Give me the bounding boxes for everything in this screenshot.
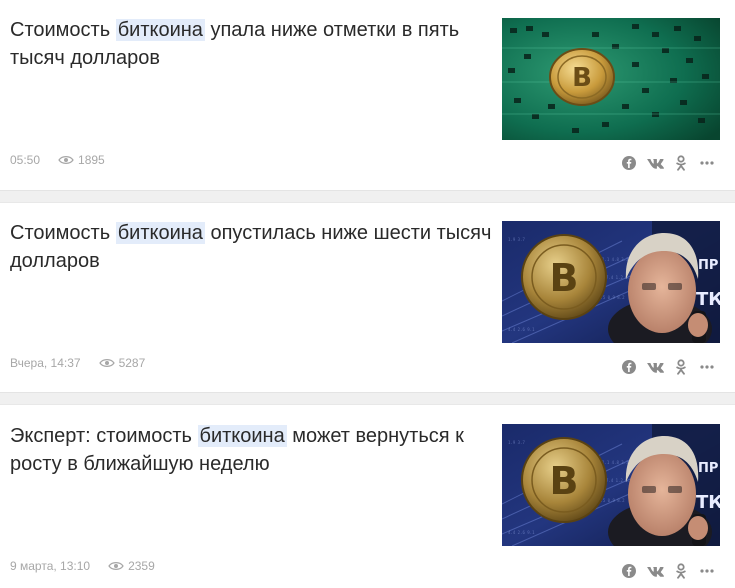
bitcoin-man-phone-image: 2.1 4.8 3.37.4 1.2 6.05.5 0.9 8.2 1.9 3.… — [502, 424, 720, 546]
svg-text:1.9 3.7: 1.9 3.7 — [508, 440, 525, 445]
svg-text:2.1 4.8 3.3: 2.1 4.8 3.3 — [602, 460, 629, 465]
title-highlight: биткоина — [115, 222, 205, 244]
eye-icon — [108, 562, 124, 570]
views-count: 5287 — [118, 356, 146, 370]
odnoklassniki-icon[interactable] — [672, 358, 690, 376]
article-time: Вчера, 14:37 — [10, 356, 81, 370]
svg-text:7.4 1.2 6.0: 7.4 1.2 6.0 — [606, 275, 633, 280]
article-title[interactable]: Стоимость биткоина упала ниже отметки в … — [10, 16, 492, 72]
more-icon[interactable] — [698, 154, 716, 172]
eye-icon — [58, 156, 74, 164]
odnoklassniki-icon[interactable] — [672, 154, 690, 172]
title-text: Эксперт: стоимость — [10, 425, 198, 447]
title-text: Стоимость — [10, 222, 116, 244]
views-counter: 1895 — [58, 153, 105, 167]
title-highlight: биткоина — [115, 19, 205, 41]
article-time: 9 марта, 13:10 — [10, 559, 91, 573]
views-counter: 2359 — [108, 559, 155, 573]
odnoklassniki-icon[interactable] — [672, 562, 690, 580]
article-thumbnail[interactable]: B — [502, 18, 720, 140]
svg-text:B: B — [550, 459, 579, 503]
svg-text:7.4 1.2 6.0: 7.4 1.2 6.0 — [606, 478, 633, 483]
title-text: Стоимость — [10, 19, 116, 41]
article-meta: 05:50 1895 — [10, 153, 105, 167]
facebook-icon[interactable] — [620, 154, 638, 172]
views-count: 1895 — [78, 153, 105, 167]
svg-text:ПР: ПР — [698, 461, 718, 476]
article-card: Стоимость биткоина опустилась ниже шести… — [0, 203, 735, 392]
svg-text:2.1 4.8 3.3: 2.1 4.8 3.3 — [602, 257, 629, 262]
vk-icon[interactable] — [646, 358, 664, 376]
article-title[interactable]: Стоимость биткоина опустилась ниже шести… — [10, 219, 492, 275]
article-card: Эксперт: стоимость биткоина может вернут… — [0, 406, 735, 588]
bitcoin-circuit-image: B — [502, 18, 720, 140]
share-bar — [620, 358, 724, 376]
svg-text:B: B — [572, 63, 592, 93]
svg-text:ТК: ТК — [696, 492, 720, 513]
svg-text:B: B — [550, 256, 579, 300]
article-meta: 9 марта, 13:10 2359 — [10, 559, 155, 573]
article-card: Стоимость биткоина упала ниже отметки в … — [0, 0, 735, 190]
card-separator — [0, 392, 735, 405]
vk-icon[interactable] — [646, 154, 664, 172]
eye-icon — [98, 359, 115, 367]
article-meta: Вчера, 14:37 5287 — [10, 356, 145, 370]
share-bar — [620, 562, 724, 580]
svg-text:4.4 2.6 9.1: 4.4 2.6 9.1 — [508, 327, 535, 332]
views-count: 2359 — [128, 559, 155, 573]
bitcoin-man-phone-image: 2.1 4.8 3.37.4 1.2 6.05.5 0.9 8.2 1.9 3.… — [502, 221, 720, 343]
vk-icon[interactable] — [646, 562, 664, 580]
article-time: 05:50 — [10, 153, 41, 167]
card-separator — [0, 190, 735, 203]
svg-text:ПР: ПР — [698, 258, 718, 273]
article-thumbnail[interactable]: 2.1 4.8 3.3 7.4 1.2 6.0 5.5 0.9 8.2 1.9 3.… — [502, 424, 720, 546]
share-bar — [620, 154, 724, 172]
article-title[interactable]: Эксперт: стоимость биткоина может вернут… — [10, 422, 492, 478]
svg-text:4.4 2.6 9.1: 4.4 2.6 9.1 — [508, 530, 535, 535]
title-highlight: биткоина — [197, 425, 287, 447]
svg-text:1.9 3.7: 1.9 3.7 — [508, 237, 525, 242]
svg-text:ТК: ТК — [696, 289, 720, 310]
article-thumbnail[interactable]: 2.1 4.8 3.3 7.4 1.2 6.0 5.5 0.9 8.2 1.9 3.… — [502, 221, 720, 343]
more-icon[interactable] — [698, 562, 716, 580]
views-counter: 5287 — [98, 356, 146, 370]
news-feed: Стоимость биткоина упала ниже отметки в … — [0, 0, 735, 588]
more-icon[interactable] — [698, 358, 716, 376]
facebook-icon[interactable] — [620, 358, 638, 376]
facebook-icon[interactable] — [620, 562, 638, 580]
